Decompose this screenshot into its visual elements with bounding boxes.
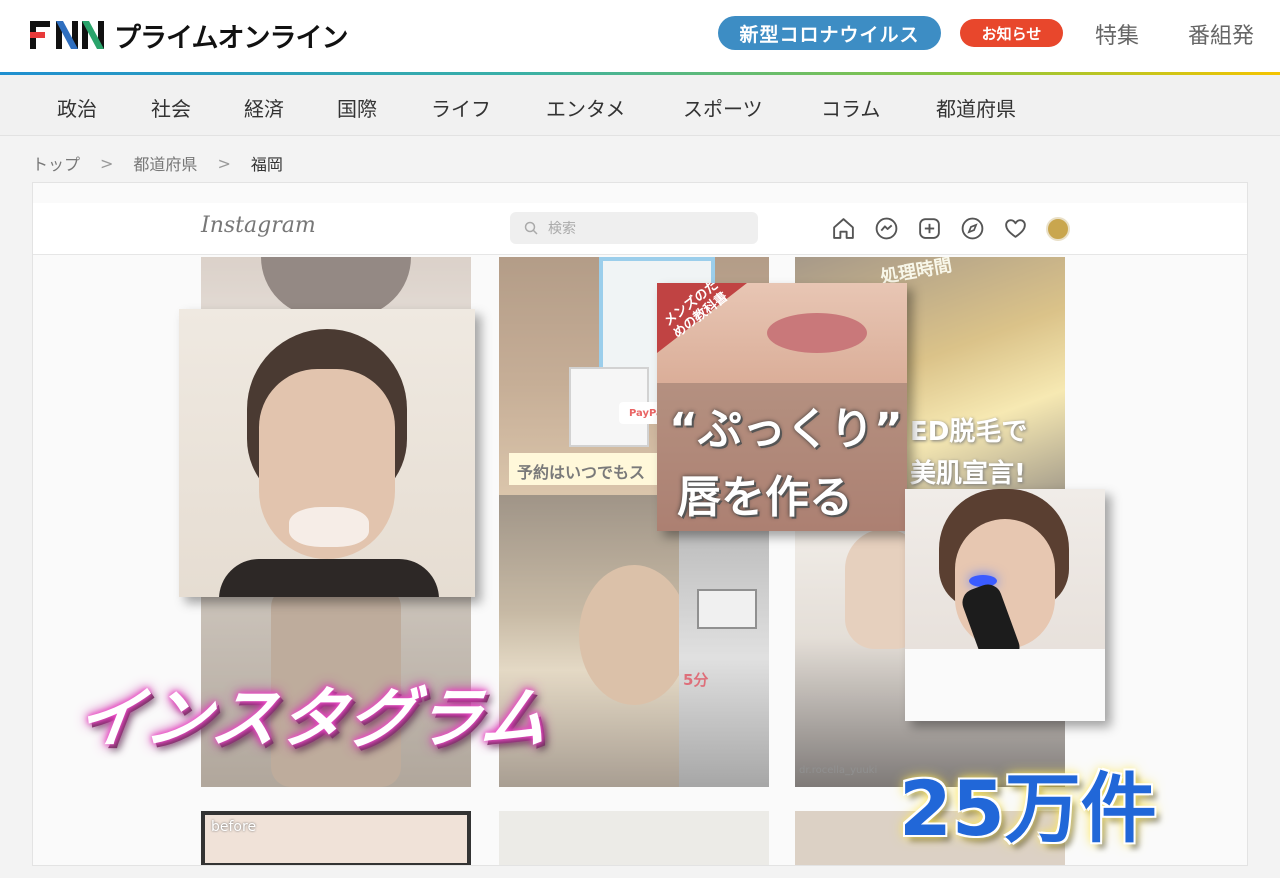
grid-tile-before: before [201,811,471,865]
instagram-search-box: 検索 [510,212,758,244]
home-icon [833,218,854,239]
new-post-icon [919,218,940,239]
nav-item-economy[interactable]: 経済 [244,93,284,122]
nav-item-sports[interactable]: スポーツ [683,93,763,122]
grid-tile-blank [499,811,769,865]
heart-icon [1005,219,1026,238]
category-nav: 政治 社会 経済 国際 ライフ エンタメ スポーツ コラム 都道府県 [0,75,1280,136]
puffy-text: “ぷっくり” [669,404,903,455]
breadcrumb-separator: > [217,153,231,173]
breadcrumb-separator: > [100,153,114,173]
search-icon [524,221,538,235]
logo-letter-n2 [82,21,104,49]
messenger-icon [875,217,898,240]
feature-link[interactable]: 特集 [1095,18,1139,50]
grid-tile-building: 5分 [679,529,769,787]
site-logo[interactable]: プライムオンライン [30,18,348,54]
instagram-logo: Instagram [201,213,316,238]
photo-lips-shape [767,313,867,353]
program-link[interactable]: 番組発 [1188,18,1254,50]
photo-shirt-shape [219,559,439,597]
nav-item-column[interactable]: コラム [821,93,880,122]
breadcrumb-prefectures[interactable]: 都道府県 [133,151,197,175]
nav-item-entertainment[interactable]: エンタメ [546,93,625,122]
nav-item-life[interactable]: ライフ [431,93,491,122]
article-main-image[interactable]: Instagram 検索 PayPay 予約はいつでもス 処理時間 ED脱毛で … [32,182,1248,866]
breadcrumb: トップ > 都道府県 > 福岡 [32,151,283,175]
logo-letter-n1 [56,21,78,49]
photo-shirt-shape [905,649,1105,721]
lips-text: 唇を作る [677,472,853,523]
caption-instagram: インスタグラム [71,680,556,757]
explore-compass-icon [961,217,984,240]
tile-fade [679,529,769,787]
nav-item-politics[interactable]: 政治 [57,93,97,122]
site-header: プライムオンライン 新型コロナウイルス お知らせ 特集 番組発 [0,0,1280,72]
photo-lips-ad: メンズのための教科書 “ぷっくり” 唇を作る [657,283,907,531]
instagram-icon-row [831,216,1070,241]
nav-item-international[interactable]: 国際 [337,93,377,122]
corona-topic-button[interactable]: 新型コロナウイルス [718,16,941,50]
logo-text: プライムオンライン [114,22,348,54]
photo-lip-wrap-shape [289,507,369,547]
logo-letter-f [30,21,52,49]
nav-item-prefectures[interactable]: 都道府県 [936,93,1016,122]
notice-button[interactable]: お知らせ [960,19,1063,47]
photo-man-device [905,489,1105,721]
tile-before-text: before [211,819,257,835]
avatar [1046,216,1070,241]
breadcrumb-current: 福岡 [250,155,283,174]
fnn-logo-mark [30,21,104,49]
photo-man-lip-mask [179,309,475,597]
instagram-search-placeholder: 検索 [548,221,576,237]
instagram-header-bar: Instagram 検索 [33,203,1247,255]
nav-item-society[interactable]: 社会 [151,93,191,122]
caption-post-count: 25万件 [899,764,1157,853]
breadcrumb-top[interactable]: トップ [32,151,80,175]
